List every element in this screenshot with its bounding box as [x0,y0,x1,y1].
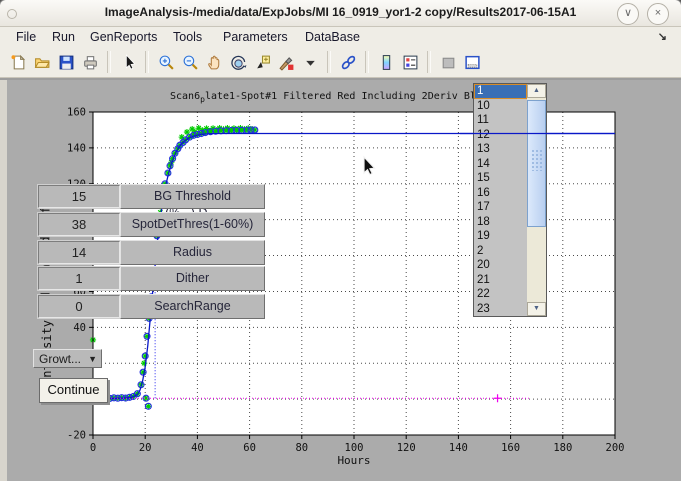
list-item-14[interactable]: 14 [474,157,527,172]
insert-disabled-icon[interactable] [436,50,460,74]
menubar: ↘ File Run GenReports Tools Parameters DataBa… [0,27,681,47]
button-radius[interactable]: Radius [120,240,265,265]
list-item-15[interactable]: 15 [474,171,527,186]
app-window: ImageAnalysis-/media/data/ExpJobs/MI 16_… [0,0,681,481]
dock-figure-icon[interactable] [460,50,484,74]
list-item-20[interactable]: 20 [474,258,527,273]
toolbar-separator [107,51,111,73]
scrollbar-thumb[interactable] [527,100,546,227]
window-title: ImageAnalysis-/media/data/ExpJobs/MI 16_… [0,5,681,19]
continue-button[interactable]: Continue [39,378,108,403]
list-item-1[interactable]: 1 [474,84,527,99]
edit-field-searchrange[interactable]: 0 [38,295,120,318]
button-spotdetthres-1-60-[interactable]: SpotDetThres(1-60%) [120,212,265,237]
list-item-16[interactable]: 16 [474,186,527,201]
edit-field-radius[interactable]: 14 [38,241,120,264]
button-bg-threshold[interactable]: BG Threshold [120,184,265,209]
menu-overflow-icon[interactable]: ↘ [658,30,667,43]
pan-hand-icon[interactable] [202,50,226,74]
arrow-cursor-icon[interactable] [116,50,140,74]
menu-database[interactable]: DataBase [302,29,363,45]
zoom-in-icon[interactable] [154,50,178,74]
listbox-scrollbar[interactable]: ▲ ▼ [527,84,546,316]
list-item-23[interactable]: 23 [474,302,527,317]
menu-genreports[interactable]: GenReports [87,29,160,45]
list-item-18[interactable]: 18 [474,215,527,230]
open-folder-icon[interactable] [30,50,54,74]
toolbar-separator [145,51,149,73]
rotate-3d-icon[interactable] [226,50,250,74]
menu-file[interactable]: File [13,29,39,45]
link-plots-icon[interactable] [336,50,360,74]
edit-field-spotdetthres-1-60-[interactable]: 38 [38,213,120,236]
legend-icon[interactable] [398,50,422,74]
list-item-12[interactable]: 12 [474,128,527,143]
chevron-down-icon: ▼ [88,350,97,368]
edit-field-bg-threshold[interactable]: 15 [38,185,120,208]
print-icon[interactable] [78,50,102,74]
minimize-button[interactable]: ∨ [617,3,639,25]
list-item-17[interactable]: 17 [474,200,527,215]
list-item-10[interactable]: 10 [474,99,527,114]
menu-tools[interactable]: Tools [170,29,205,45]
list-item-2[interactable]: 2 [474,244,527,259]
list-item-22[interactable]: 22 [474,287,527,302]
scroll-down-icon[interactable]: ▼ [527,302,546,316]
brush-dropdown-icon[interactable] [298,50,322,74]
plot-title: Scan6plate1-Spot#1 Filtered Red Includin… [170,91,482,104]
scrollbar-grip [531,149,543,171]
titlebar: ImageAnalysis-/media/data/ExpJobs/MI 16_… [0,0,681,27]
colorbar-icon[interactable] [374,50,398,74]
close-button[interactable]: × [647,3,669,25]
spot-number-listbox[interactable]: 110111213141516171819220212223 ▲ ▼ [473,83,547,317]
new-document-icon[interactable] [6,50,30,74]
edit-field-dither[interactable]: 1 [38,267,120,290]
zoom-out-icon[interactable] [178,50,202,74]
growth-dropdown[interactable]: Growt... ▼ [33,349,102,368]
save-icon[interactable] [54,50,78,74]
list-item-19[interactable]: 19 [474,229,527,244]
list-item-13[interactable]: 13 [474,142,527,157]
menu-run[interactable]: Run [49,29,78,45]
button-dither[interactable]: Dither [120,266,265,291]
toolbar [0,47,681,78]
list-item-11[interactable]: 11 [474,113,527,128]
toolbar-separator [327,51,331,73]
brush-icon[interactable] [274,50,298,74]
window-left-border [0,80,7,481]
scroll-up-icon[interactable]: ▲ [527,84,546,98]
data-cursor-icon[interactable] [250,50,274,74]
toolbar-separator [365,51,369,73]
list-item-21[interactable]: 21 [474,273,527,288]
toolbar-separator [427,51,431,73]
menu-parameters[interactable]: Parameters [220,29,291,45]
button-searchrange[interactable]: SearchRange [120,294,265,319]
